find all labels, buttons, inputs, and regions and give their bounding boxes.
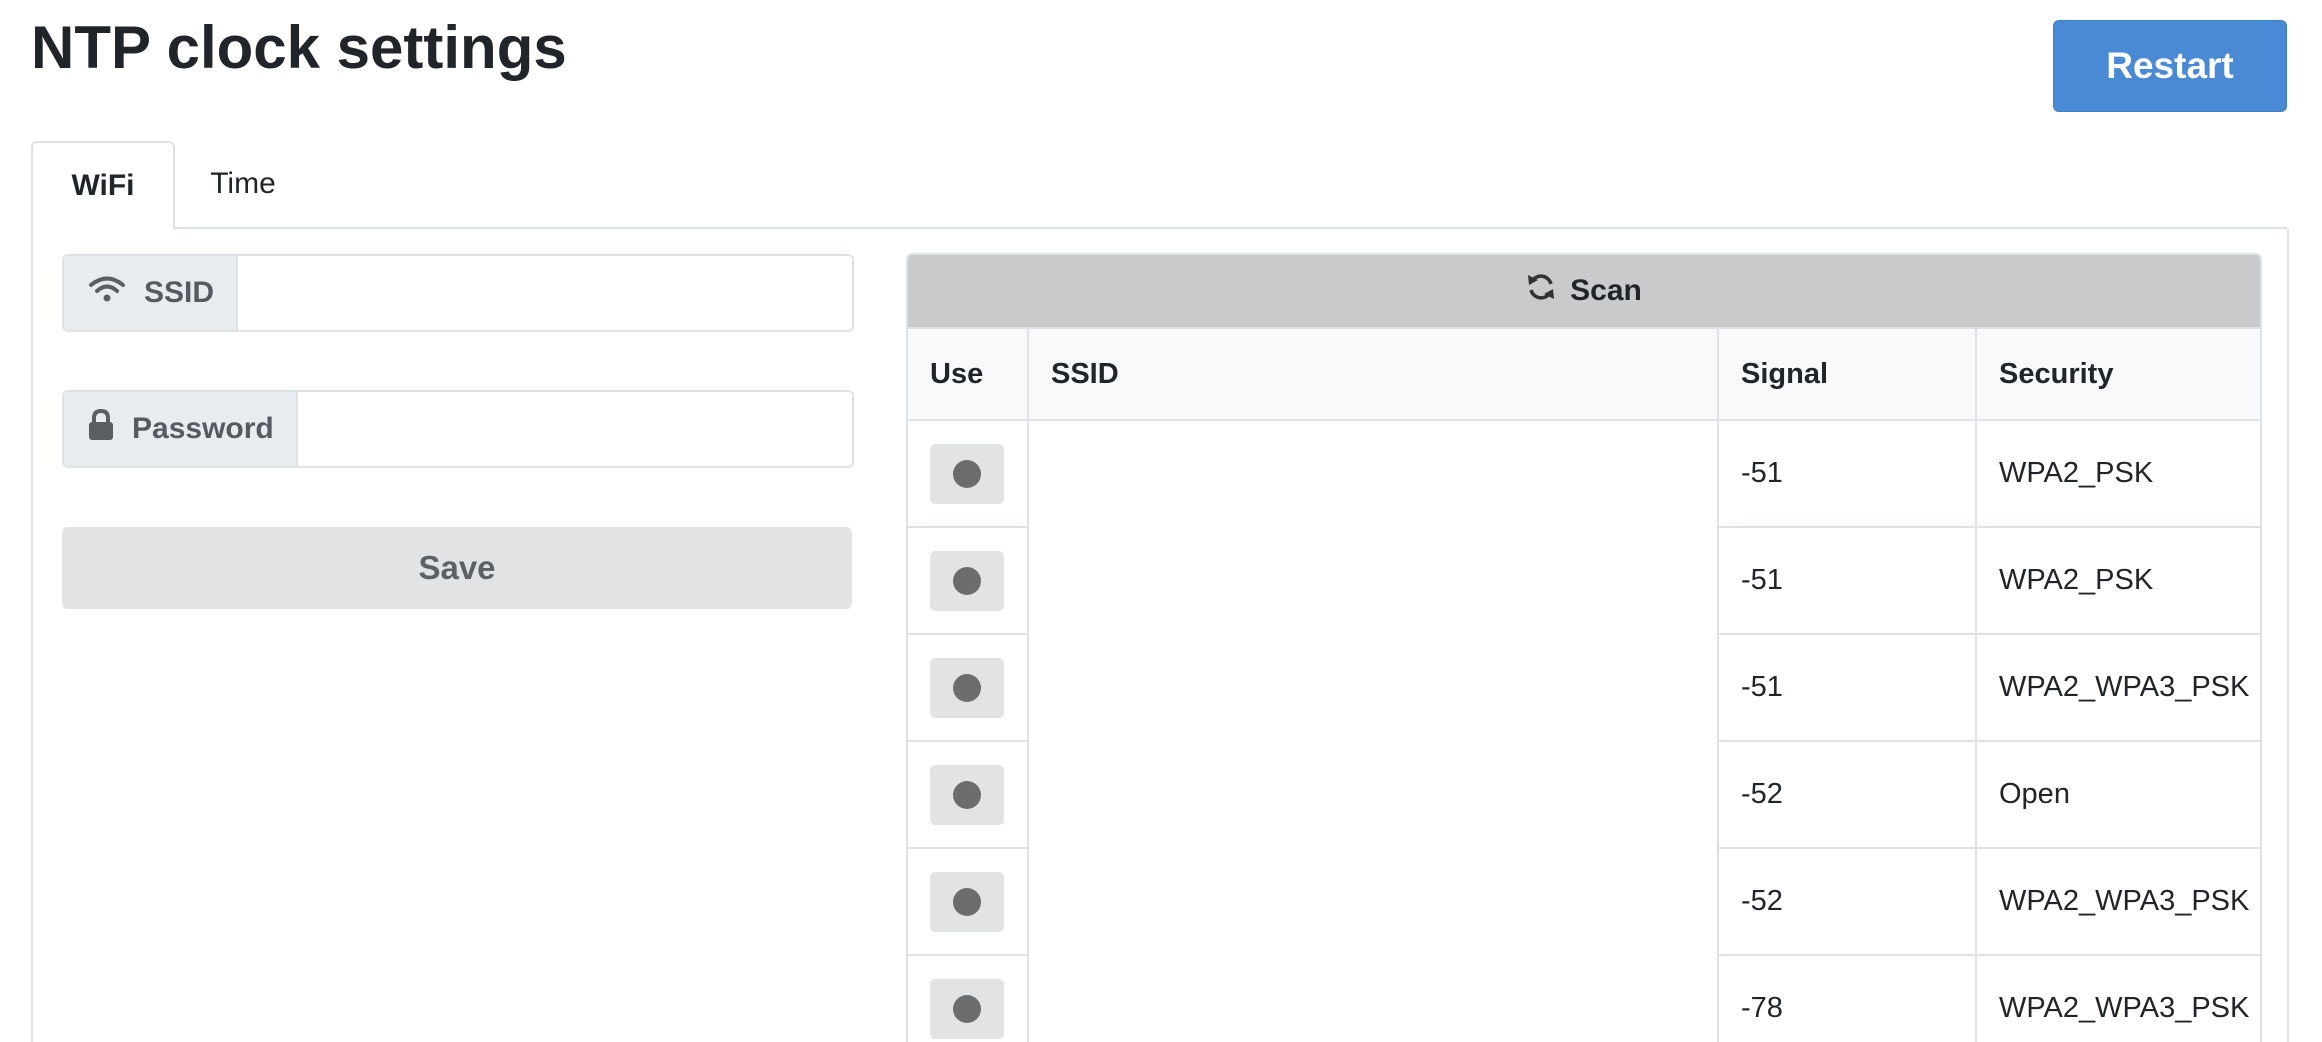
signal-cell: -52	[1718, 848, 1977, 956]
security-cell: Open	[1976, 741, 2260, 849]
use-cell	[908, 848, 1029, 956]
use-network-button[interactable]	[930, 657, 1004, 718]
circle-icon	[953, 994, 981, 1023]
table-row: -52 Open	[908, 741, 2260, 849]
ssid-label: SSID	[144, 276, 215, 309]
security-cell: WPA2_PSK	[1976, 527, 2260, 635]
column-header-security: Security	[1976, 329, 2260, 421]
circle-icon	[953, 780, 981, 809]
ssid-prefix: SSID	[64, 256, 237, 330]
circle-icon	[953, 887, 981, 916]
column-header-signal: Signal	[1718, 329, 1977, 421]
use-cell	[908, 955, 1029, 1042]
use-network-button[interactable]	[930, 871, 1004, 932]
table-row: -78 WPA2_WPA3_PSK	[908, 955, 2260, 1042]
restart-button[interactable]: Restart	[2053, 20, 2287, 112]
table-header-row: Use SSID Signal Security	[908, 329, 2260, 421]
refresh-icon	[1526, 272, 1556, 310]
ssid-input[interactable]	[236, 256, 852, 330]
scan-label: Scan	[1570, 274, 1642, 307]
tab-time[interactable]: Time	[173, 141, 313, 227]
use-network-button[interactable]	[930, 443, 1004, 504]
signal-cell: -78	[1718, 955, 1977, 1042]
circle-icon	[953, 673, 981, 702]
page-title: NTP clock settings	[31, 14, 567, 81]
use-network-button[interactable]	[930, 978, 1004, 1039]
signal-cell: -51	[1718, 420, 1977, 528]
wifi-tab-pane: SSID Password Save Scan Use SSID Signal …	[31, 229, 2289, 1042]
table-row: -52 WPA2_WPA3_PSK	[908, 848, 2260, 956]
use-cell	[908, 634, 1029, 742]
scan-button[interactable]: Scan	[908, 255, 2260, 329]
password-prefix: Password	[64, 392, 296, 466]
signal-cell: -51	[1718, 527, 1977, 635]
tab-bar: WiFi Time	[31, 141, 2287, 231]
password-label: Password	[132, 412, 274, 445]
use-cell	[908, 741, 1029, 849]
security-cell: WPA2_WPA3_PSK	[1976, 955, 2260, 1042]
ssid-cell	[1028, 420, 1719, 527]
column-header-use: Use	[908, 329, 1029, 421]
signal-cell: -52	[1718, 741, 1977, 849]
circle-icon	[953, 566, 981, 595]
networks-table: Use SSID Signal Security -51 WPA2_PSK -5…	[908, 329, 2260, 1042]
use-network-button[interactable]	[930, 764, 1004, 825]
table-row: -51 WPA2_WPA3_PSK	[908, 634, 2260, 742]
ssid-cell	[1028, 527, 1719, 634]
ssid-cell	[1028, 955, 1719, 1042]
use-network-button[interactable]	[930, 550, 1004, 611]
table-row: -51 WPA2_PSK	[908, 527, 2260, 635]
use-cell	[908, 420, 1029, 528]
use-cell	[908, 527, 1029, 635]
ssid-input-group: SSID	[62, 254, 854, 332]
save-button[interactable]: Save	[62, 527, 852, 609]
page: NTP clock settings Restart WiFi Time SSI…	[0, 0, 2322, 1042]
password-input[interactable]	[295, 392, 852, 466]
wifi-icon	[88, 274, 126, 312]
security-cell: WPA2_WPA3_PSK	[1976, 634, 2260, 742]
ssid-cell	[1028, 634, 1719, 741]
security-cell: WPA2_WPA3_PSK	[1976, 848, 2260, 956]
network-list-panel: Scan Use SSID Signal Security -51 WPA2_P…	[906, 253, 2262, 1042]
password-input-group: Password	[62, 390, 854, 468]
security-cell: WPA2_PSK	[1976, 420, 2260, 528]
ssid-cell	[1028, 741, 1719, 848]
column-header-ssid: SSID	[1028, 329, 1719, 421]
ssid-cell	[1028, 848, 1719, 955]
tab-wifi[interactable]: WiFi	[31, 141, 175, 231]
lock-icon	[88, 408, 114, 449]
table-row: -51 WPA2_PSK	[908, 420, 2260, 528]
signal-cell: -51	[1718, 634, 1977, 742]
circle-icon	[953, 459, 981, 488]
